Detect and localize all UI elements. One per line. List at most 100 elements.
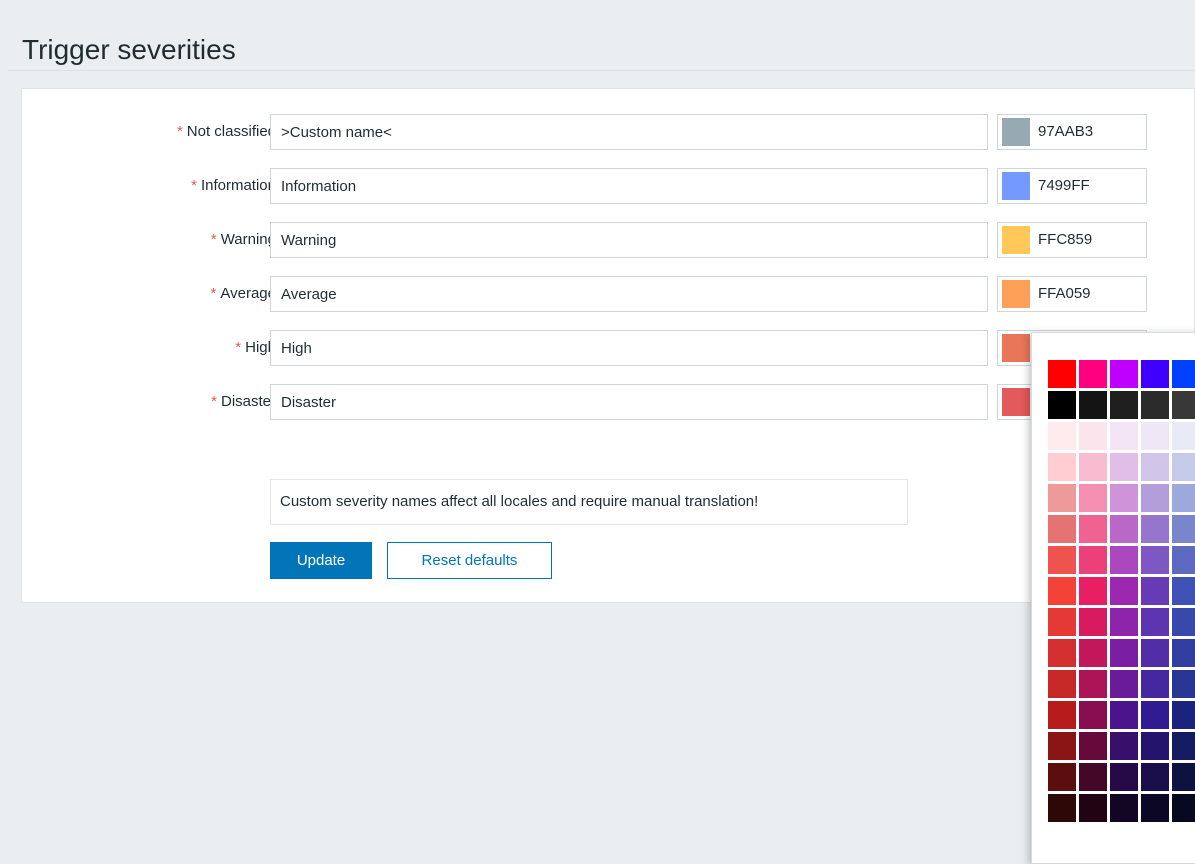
palette-color-cell[interactable] — [1141, 670, 1169, 698]
palette-color-cell[interactable] — [1110, 484, 1138, 512]
palette-color-cell[interactable] — [1079, 763, 1107, 791]
palette-color-cell[interactable] — [1079, 670, 1107, 698]
palette-color-cell[interactable] — [1048, 670, 1076, 698]
palette-color-cell[interactable] — [1110, 422, 1138, 450]
palette-color-cell[interactable] — [1110, 701, 1138, 729]
severity-name-input-disaster[interactable] — [270, 384, 988, 420]
palette-color-cell[interactable] — [1048, 608, 1076, 636]
palette-color-cell[interactable] — [1079, 608, 1107, 636]
palette-color-cell[interactable] — [1079, 360, 1107, 388]
severity-name-input-warning[interactable] — [270, 222, 988, 258]
color-code[interactable]: FFC859 — [1038, 223, 1092, 257]
color-swatch[interactable] — [1002, 388, 1030, 416]
palette-color-cell[interactable] — [1079, 391, 1107, 419]
palette-color-cell[interactable] — [1048, 794, 1076, 822]
palette-color-cell[interactable] — [1110, 360, 1138, 388]
color-swatch[interactable] — [1002, 172, 1030, 200]
severity-name-input-average[interactable] — [270, 276, 988, 312]
palette-color-cell[interactable] — [1172, 422, 1195, 450]
palette-color-cell[interactable] — [1110, 794, 1138, 822]
palette-color-cell[interactable] — [1172, 391, 1195, 419]
palette-color-cell[interactable] — [1079, 515, 1107, 543]
palette-color-cell[interactable] — [1172, 608, 1195, 636]
palette-color-cell[interactable] — [1110, 453, 1138, 481]
palette-color-cell[interactable] — [1141, 422, 1169, 450]
palette-color-cell[interactable] — [1110, 670, 1138, 698]
severity-name-input-information[interactable] — [270, 168, 988, 204]
color-swatch[interactable] — [1002, 280, 1030, 308]
color-swatch[interactable] — [1002, 334, 1030, 362]
palette-color-cell[interactable] — [1141, 577, 1169, 605]
update-button[interactable]: Update — [270, 542, 372, 579]
palette-color-cell[interactable] — [1079, 546, 1107, 574]
palette-color-cell[interactable] — [1110, 546, 1138, 574]
palette-color-cell[interactable] — [1172, 577, 1195, 605]
palette-color-cell[interactable] — [1172, 794, 1195, 822]
palette-color-cell[interactable] — [1048, 515, 1076, 543]
color-picker-field-information[interactable]: 7499FF — [997, 168, 1147, 204]
palette-color-cell[interactable] — [1141, 732, 1169, 760]
palette-color-cell[interactable] — [1172, 360, 1195, 388]
palette-color-cell[interactable] — [1079, 794, 1107, 822]
palette-color-cell[interactable] — [1048, 453, 1076, 481]
severity-name-input-not-classified[interactable] — [270, 114, 988, 150]
palette-color-cell[interactable] — [1079, 701, 1107, 729]
palette-color-cell[interactable] — [1048, 577, 1076, 605]
palette-color-cell[interactable] — [1110, 763, 1138, 791]
palette-color-cell[interactable] — [1141, 515, 1169, 543]
palette-color-cell[interactable] — [1048, 639, 1076, 667]
palette-color-cell[interactable] — [1048, 484, 1076, 512]
severity-label-text: Average — [220, 285, 276, 302]
palette-color-cell[interactable] — [1079, 453, 1107, 481]
palette-color-cell[interactable] — [1172, 453, 1195, 481]
palette-color-cell[interactable] — [1141, 360, 1169, 388]
severity-name-input-high[interactable] — [270, 330, 988, 366]
palette-color-cell[interactable] — [1110, 732, 1138, 760]
palette-color-cell[interactable] — [1141, 701, 1169, 729]
palette-color-cell[interactable] — [1172, 763, 1195, 791]
palette-color-cell[interactable] — [1141, 608, 1169, 636]
palette-color-cell[interactable] — [1048, 391, 1076, 419]
severity-label: * Average — [211, 276, 276, 312]
palette-color-cell[interactable] — [1110, 639, 1138, 667]
color-code[interactable]: FFA059 — [1038, 277, 1091, 311]
reset-defaults-button[interactable]: Reset defaults — [387, 542, 552, 579]
palette-color-cell[interactable] — [1141, 391, 1169, 419]
palette-color-cell[interactable] — [1172, 670, 1195, 698]
color-picker-field-average[interactable]: FFA059 — [997, 276, 1147, 312]
palette-color-cell[interactable] — [1141, 639, 1169, 667]
palette-color-cell[interactable] — [1048, 701, 1076, 729]
palette-color-cell[interactable] — [1110, 577, 1138, 605]
palette-color-cell[interactable] — [1172, 515, 1195, 543]
palette-color-cell[interactable] — [1048, 546, 1076, 574]
palette-color-cell[interactable] — [1048, 360, 1076, 388]
palette-color-cell[interactable] — [1172, 639, 1195, 667]
color-code[interactable]: 7499FF — [1038, 169, 1090, 203]
color-picker-field-not-classified[interactable]: 97AAB3 — [997, 114, 1147, 150]
color-picker-field-warning[interactable]: FFC859 — [997, 222, 1147, 258]
palette-color-cell[interactable] — [1079, 422, 1107, 450]
palette-color-cell[interactable] — [1048, 422, 1076, 450]
palette-color-cell[interactable] — [1141, 546, 1169, 574]
palette-color-cell[interactable] — [1141, 794, 1169, 822]
palette-color-cell[interactable] — [1048, 763, 1076, 791]
palette-color-cell[interactable] — [1079, 484, 1107, 512]
palette-color-cell[interactable] — [1172, 732, 1195, 760]
palette-color-cell[interactable] — [1110, 608, 1138, 636]
palette-color-cell[interactable] — [1110, 391, 1138, 419]
palette-color-cell[interactable] — [1172, 546, 1195, 574]
palette-color-cell[interactable] — [1048, 732, 1076, 760]
palette-color-cell[interactable] — [1172, 484, 1195, 512]
palette-color-cell[interactable] — [1079, 577, 1107, 605]
palette-color-cell[interactable] — [1110, 515, 1138, 543]
palette-color-cell[interactable] — [1172, 701, 1195, 729]
color-swatch[interactable] — [1002, 226, 1030, 254]
palette-color-cell[interactable] — [1079, 732, 1107, 760]
palette-color-cell[interactable] — [1141, 484, 1169, 512]
palette-color-cell[interactable] — [1141, 763, 1169, 791]
color-palette-grid — [1048, 360, 1195, 822]
palette-color-cell[interactable] — [1079, 639, 1107, 667]
palette-color-cell[interactable] — [1141, 453, 1169, 481]
color-code[interactable]: 97AAB3 — [1038, 115, 1093, 149]
color-swatch[interactable] — [1002, 118, 1030, 146]
